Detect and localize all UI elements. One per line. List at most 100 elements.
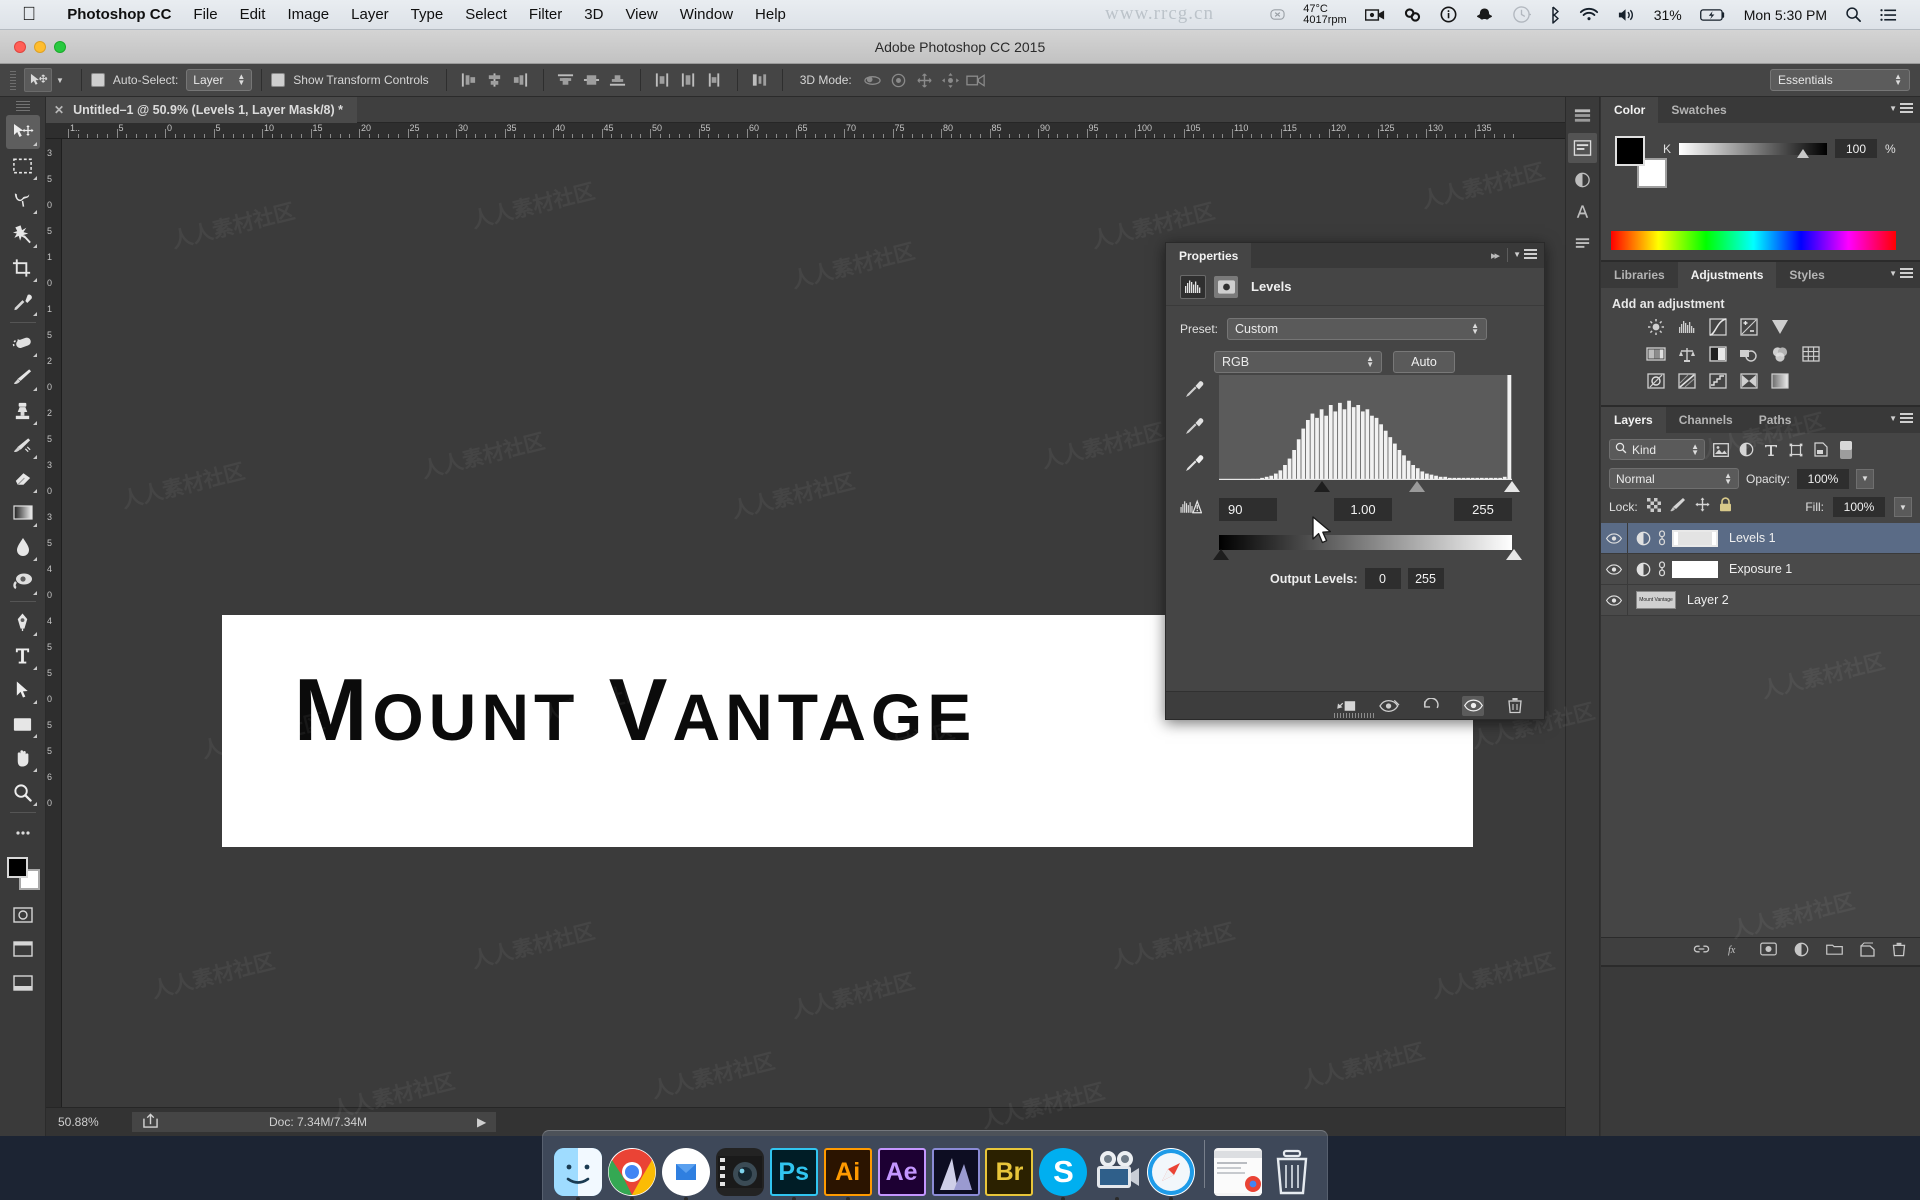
clone-stamp-icon[interactable] xyxy=(6,394,40,428)
layer-visibility-toggle[interactable] xyxy=(1601,553,1628,585)
filter-type-icon[interactable] xyxy=(1762,441,1780,459)
panel-menu-icon[interactable]: ▼ xyxy=(1513,249,1537,259)
video-player-icon[interactable] xyxy=(714,1142,766,1196)
input-black-point-field[interactable]: 90 xyxy=(1219,498,1277,521)
zoom-tool-icon[interactable] xyxy=(6,775,40,809)
3d-slide-icon[interactable] xyxy=(938,68,964,92)
photo-filter-icon[interactable] xyxy=(1738,344,1760,364)
3d-pan-icon[interactable] xyxy=(912,68,938,92)
window-minimize-button[interactable] xyxy=(34,41,46,53)
imovie-icon[interactable] xyxy=(1091,1142,1143,1200)
menu-item-type[interactable]: Type xyxy=(400,0,455,30)
color-balance-icon[interactable] xyxy=(1676,344,1698,364)
blur-tool-icon[interactable] xyxy=(6,530,40,564)
toolbar-grip[interactable] xyxy=(15,101,30,111)
input-white-point-field[interactable]: 255 xyxy=(1454,498,1512,521)
character-panel-icon[interactable] xyxy=(1568,197,1597,227)
opacity-value[interactable]: 100% xyxy=(1797,468,1850,489)
horizontal-ruler[interactable]: 1.. 5 0 5 10 15 20 25 30 35 40 45 50 55 60 65 70 75 80 85 90… xyxy=(46,123,1598,139)
input-gamma-field[interactable]: 1.00 xyxy=(1334,498,1392,521)
trash-icon[interactable] xyxy=(1266,1142,1318,1196)
menu-item-edit[interactable]: Edit xyxy=(229,0,277,30)
layer-visibility-toggle[interactable] xyxy=(1601,584,1628,616)
3d-camera-icon[interactable] xyxy=(964,68,990,92)
tab-layers[interactable]: Layers xyxy=(1601,407,1666,433)
eyedropper-tool-icon[interactable] xyxy=(6,285,40,319)
posterize-icon[interactable] xyxy=(1676,371,1698,391)
lock-all-icon[interactable] xyxy=(1719,497,1732,517)
skype-icon[interactable]: S xyxy=(1037,1142,1089,1200)
mail-icon[interactable] xyxy=(660,1142,712,1200)
info-circle-icon[interactable] xyxy=(1431,0,1466,30)
distribute-left-icon[interactable] xyxy=(650,68,676,92)
zoom-level-field[interactable]: 50.88% xyxy=(46,1115,132,1129)
show-transform-controls-checkbox[interactable] xyxy=(271,73,286,87)
align-top-edges-icon[interactable] xyxy=(553,68,579,92)
table-row[interactable]: Levels 1 xyxy=(1601,522,1920,554)
menu-item-3d[interactable]: 3D xyxy=(573,0,614,30)
premiere-icon[interactable] xyxy=(930,1142,982,1196)
link-mask-icon[interactable] xyxy=(1655,530,1668,546)
layer-style-icon[interactable]: fx xyxy=(1727,942,1743,961)
crop-tool-icon[interactable] xyxy=(6,251,40,285)
channel-dropdown[interactable]: RGB ▲ ▼ xyxy=(1214,351,1382,373)
screen-mode-full-icon[interactable] xyxy=(6,966,40,1000)
curves-icon[interactable] xyxy=(1707,317,1729,337)
set-black-point-eyedropper-icon[interactable] xyxy=(1184,380,1204,404)
tab-libraries[interactable]: Libraries xyxy=(1601,262,1678,288)
rectangular-marquee-icon[interactable] xyxy=(6,149,40,183)
menu-item-image[interactable]: Image xyxy=(276,0,340,30)
output-white-slider-thumb[interactable] xyxy=(1506,549,1522,560)
properties-panel-icon[interactable] xyxy=(1568,133,1597,163)
auto-select-scope-dropdown[interactable]: Layer ▲ ▼ xyxy=(186,69,253,91)
levels-icon[interactable] xyxy=(1676,317,1698,337)
levels-histogram-icon[interactable] xyxy=(1180,274,1206,299)
threshold-icon[interactable] xyxy=(1707,371,1729,391)
lock-image-pixels-icon[interactable] xyxy=(1670,497,1686,517)
double-chevron-right-icon[interactable]: ▸▸ xyxy=(1491,249,1500,262)
move-tool-icon[interactable] xyxy=(24,68,52,92)
k-channel-value[interactable]: 100 xyxy=(1835,139,1878,158)
filter-shape-icon[interactable] xyxy=(1787,441,1805,459)
bluetooth-icon[interactable] xyxy=(1540,0,1570,30)
selective-color-icon[interactable] xyxy=(1738,371,1760,391)
output-white-field[interactable]: 255 xyxy=(1407,568,1444,589)
table-row[interactable]: Exposure 1 xyxy=(1601,553,1920,585)
foreground-color-swatch[interactable] xyxy=(1615,136,1645,166)
window-zoom-button[interactable] xyxy=(54,41,66,53)
delete-layer-icon[interactable] xyxy=(1892,942,1906,962)
layer-mask-thumbnail[interactable] xyxy=(1672,560,1718,578)
downloads-stack-icon[interactable] xyxy=(1212,1142,1264,1196)
healing-brush-icon[interactable] xyxy=(6,326,40,360)
set-gray-point-eyedropper-icon[interactable] xyxy=(1184,417,1204,441)
layer-mask-thumbnail[interactable] xyxy=(1672,529,1718,547)
color-swatches[interactable] xyxy=(6,856,40,890)
hand-tool-icon[interactable] xyxy=(6,741,40,775)
bridge-icon[interactable]: Br xyxy=(984,1142,1036,1196)
history-panel-icon[interactable] xyxy=(1568,101,1597,131)
adjustments-panel-icon[interactable] xyxy=(1568,165,1597,195)
toggle-visibility-icon[interactable] xyxy=(1462,695,1484,716)
panel-menu-icon[interactable]: ▼ xyxy=(1889,413,1913,423)
magic-wand-icon[interactable] xyxy=(6,217,40,251)
black-point-slider-thumb[interactable] xyxy=(1314,481,1331,492)
history-brush-icon[interactable] xyxy=(6,428,40,462)
search-icon[interactable] xyxy=(1836,0,1871,30)
tab-properties[interactable]: Properties xyxy=(1166,243,1252,268)
invert-icon[interactable] xyxy=(1645,371,1667,391)
tab-swatches[interactable]: Swatches xyxy=(1658,97,1740,123)
delete-adjustment-icon[interactable] xyxy=(1504,696,1526,716)
menu-item-filter[interactable]: Filter xyxy=(518,0,573,30)
apple-logo-icon[interactable]:  xyxy=(22,5,36,24)
illustrator-icon[interactable]: Ai xyxy=(822,1142,874,1200)
tab-styles[interactable]: Styles xyxy=(1776,262,1838,288)
filter-pixel-icon[interactable] xyxy=(1712,441,1730,459)
menu-item-photoshop[interactable]: Photoshop CC xyxy=(56,0,182,30)
auto-button[interactable]: Auto xyxy=(1393,351,1455,373)
new-layer-icon[interactable] xyxy=(1860,941,1875,962)
channel-mixer-icon[interactable] xyxy=(1769,344,1791,364)
finder-icon[interactable] xyxy=(552,1142,604,1200)
chevron-down-icon[interactable]: ▼ xyxy=(56,76,64,85)
lock-transparent-pixels-icon[interactable] xyxy=(1646,497,1661,517)
screen-mode-icon[interactable] xyxy=(6,932,40,966)
